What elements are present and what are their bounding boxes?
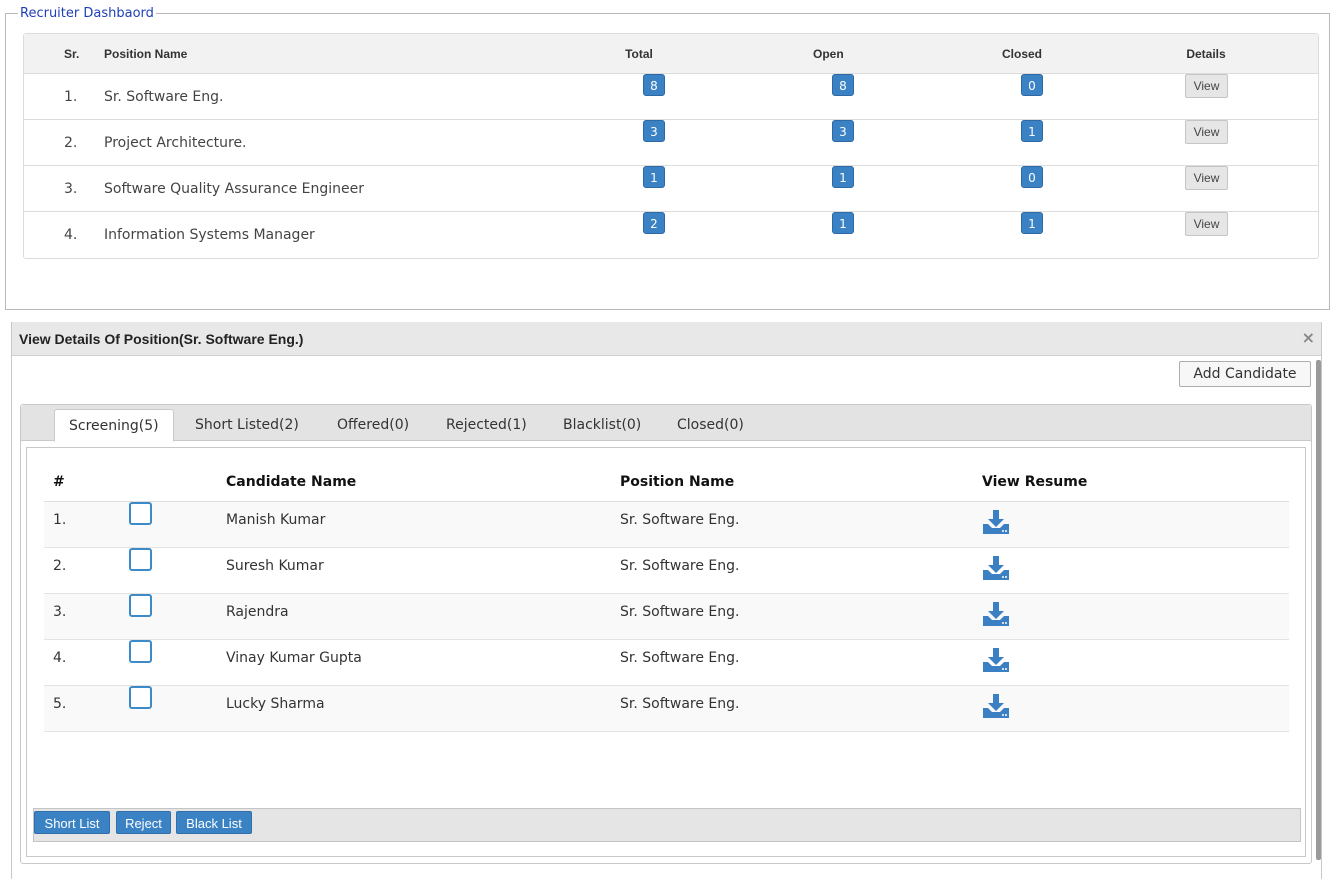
open-badge: 1 bbox=[832, 212, 854, 234]
header-candidate-name: Candidate Name bbox=[226, 474, 357, 490]
candidate-name: Rajendra bbox=[226, 604, 289, 620]
row-position-name: Sr. Software Eng. bbox=[104, 89, 224, 105]
row-position-name: Software Quality Assurance Engineer bbox=[104, 181, 364, 197]
row-num: 5. bbox=[53, 696, 67, 712]
header-closed: Closed bbox=[1002, 47, 1043, 61]
tab-rejected[interactable]: Rejected(1) bbox=[432, 409, 541, 441]
row-num: 1. bbox=[53, 512, 67, 528]
closed-badge: 1 bbox=[1021, 120, 1043, 142]
positions-table: Sr. Position Name Total Open Closed Deta… bbox=[23, 33, 1319, 259]
header-total: Total bbox=[625, 47, 653, 61]
total-badge: 1 bbox=[643, 166, 665, 188]
header-details: Details bbox=[1186, 47, 1226, 61]
positions-table-header: Sr. Position Name Total Open Closed Deta… bbox=[24, 34, 1318, 74]
download-icon[interactable] bbox=[982, 692, 1010, 720]
row-num: 2. bbox=[53, 558, 67, 574]
select-checkbox[interactable] bbox=[129, 548, 152, 571]
screening-panel: # Candidate Name Position Name View Resu… bbox=[26, 447, 1306, 857]
table-row: 1. Sr. Software Eng. 8 8 0 View bbox=[24, 74, 1318, 120]
header-position-name: Position Name bbox=[620, 474, 735, 490]
header-num: # bbox=[53, 474, 65, 490]
candidate-name: Lucky Sharma bbox=[226, 696, 325, 712]
closed-badge: 0 bbox=[1021, 74, 1043, 96]
black-list-button[interactable]: Black List bbox=[176, 811, 252, 834]
tab-screening[interactable]: Screening(5) bbox=[54, 409, 174, 442]
tab-short-listed[interactable]: Short Listed(2) bbox=[181, 409, 313, 441]
candidates-table-header: # Candidate Name Position Name View Resu… bbox=[44, 468, 1289, 502]
row-position-name: Information Systems Manager bbox=[104, 227, 315, 243]
candidate-position: Sr. Software Eng. bbox=[620, 696, 740, 712]
tab-offered[interactable]: Offered(0) bbox=[323, 409, 423, 441]
recruiter-dashboard: Recruiter Dashbaord Sr. Position Name To… bbox=[5, 7, 1330, 310]
table-row: 1. Manish Kumar Sr. Software Eng. bbox=[44, 502, 1289, 548]
candidate-tabs: Screening(5) Short Listed(2) Offered(0) … bbox=[20, 404, 1312, 864]
add-candidate-button[interactable]: Add Candidate bbox=[1179, 361, 1311, 387]
select-checkbox[interactable] bbox=[129, 594, 152, 617]
dialog-title: View Details Of Position(Sr. Software En… bbox=[19, 331, 304, 347]
close-icon[interactable]: × bbox=[1302, 322, 1315, 354]
dialog-scrollbar[interactable] bbox=[1316, 360, 1321, 860]
dialog-titlebar[interactable]: View Details Of Position(Sr. Software En… bbox=[12, 322, 1321, 356]
total-badge: 8 bbox=[643, 74, 665, 96]
row-sr: 1. bbox=[64, 89, 78, 105]
candidate-position: Sr. Software Eng. bbox=[620, 604, 740, 620]
candidate-position: Sr. Software Eng. bbox=[620, 512, 740, 528]
closed-badge: 0 bbox=[1021, 166, 1043, 188]
table-row: 2. Suresh Kumar Sr. Software Eng. bbox=[44, 548, 1289, 594]
table-row: 3. Rajendra Sr. Software Eng. bbox=[44, 594, 1289, 640]
total-badge: 2 bbox=[643, 212, 665, 234]
tab-closed[interactable]: Closed(0) bbox=[663, 409, 758, 441]
table-row: 4. Vinay Kumar Gupta Sr. Software Eng. bbox=[44, 640, 1289, 686]
header-view-resume: View Resume bbox=[982, 474, 1088, 490]
short-list-button[interactable]: Short List bbox=[34, 811, 110, 834]
view-button[interactable]: View bbox=[1185, 120, 1228, 144]
dashboard-legend: Recruiter Dashbaord bbox=[18, 6, 156, 21]
header-sr: Sr. bbox=[64, 47, 80, 61]
download-icon[interactable] bbox=[982, 646, 1010, 674]
candidate-name: Vinay Kumar Gupta bbox=[226, 650, 362, 666]
open-badge: 1 bbox=[832, 166, 854, 188]
tab-bar: Screening(5) Short Listed(2) Offered(0) … bbox=[21, 405, 1311, 442]
select-checkbox[interactable] bbox=[129, 686, 152, 709]
total-badge: 3 bbox=[643, 120, 665, 142]
row-sr: 4. bbox=[64, 227, 78, 243]
candidate-name: Manish Kumar bbox=[226, 512, 326, 528]
row-num: 3. bbox=[53, 604, 67, 620]
row-sr: 2. bbox=[64, 135, 78, 151]
view-button[interactable]: View bbox=[1185, 166, 1228, 190]
tab-blacklist[interactable]: Blacklist(0) bbox=[549, 409, 655, 441]
open-badge: 3 bbox=[832, 120, 854, 142]
header-position-name: Position Name bbox=[104, 47, 188, 61]
view-button[interactable]: View bbox=[1185, 212, 1228, 236]
download-icon[interactable] bbox=[982, 554, 1010, 582]
open-badge: 8 bbox=[832, 74, 854, 96]
position-details-dialog: View Details Of Position(Sr. Software En… bbox=[11, 322, 1322, 879]
select-checkbox[interactable] bbox=[129, 502, 152, 525]
reject-button[interactable]: Reject bbox=[116, 811, 171, 834]
table-row: 5. Lucky Sharma Sr. Software Eng. bbox=[44, 686, 1289, 732]
closed-badge: 1 bbox=[1021, 212, 1043, 234]
download-icon[interactable] bbox=[982, 508, 1010, 536]
download-icon[interactable] bbox=[982, 600, 1010, 628]
table-row: 3. Software Quality Assurance Engineer 1… bbox=[24, 166, 1318, 212]
row-sr: 3. bbox=[64, 181, 78, 197]
select-checkbox[interactable] bbox=[129, 640, 152, 663]
row-num: 4. bbox=[53, 650, 67, 666]
candidate-position: Sr. Software Eng. bbox=[620, 650, 740, 666]
candidate-position: Sr. Software Eng. bbox=[620, 558, 740, 574]
table-row: 4. Information Systems Manager 2 1 1 Vie… bbox=[24, 212, 1318, 258]
table-row: 2. Project Architecture. 3 3 1 View bbox=[24, 120, 1318, 166]
row-position-name: Project Architecture. bbox=[104, 135, 247, 151]
action-bar: Short List Reject Black List bbox=[33, 808, 1301, 842]
header-open: Open bbox=[813, 47, 844, 61]
view-button[interactable]: View bbox=[1185, 74, 1228, 98]
candidate-name: Suresh Kumar bbox=[226, 558, 324, 574]
